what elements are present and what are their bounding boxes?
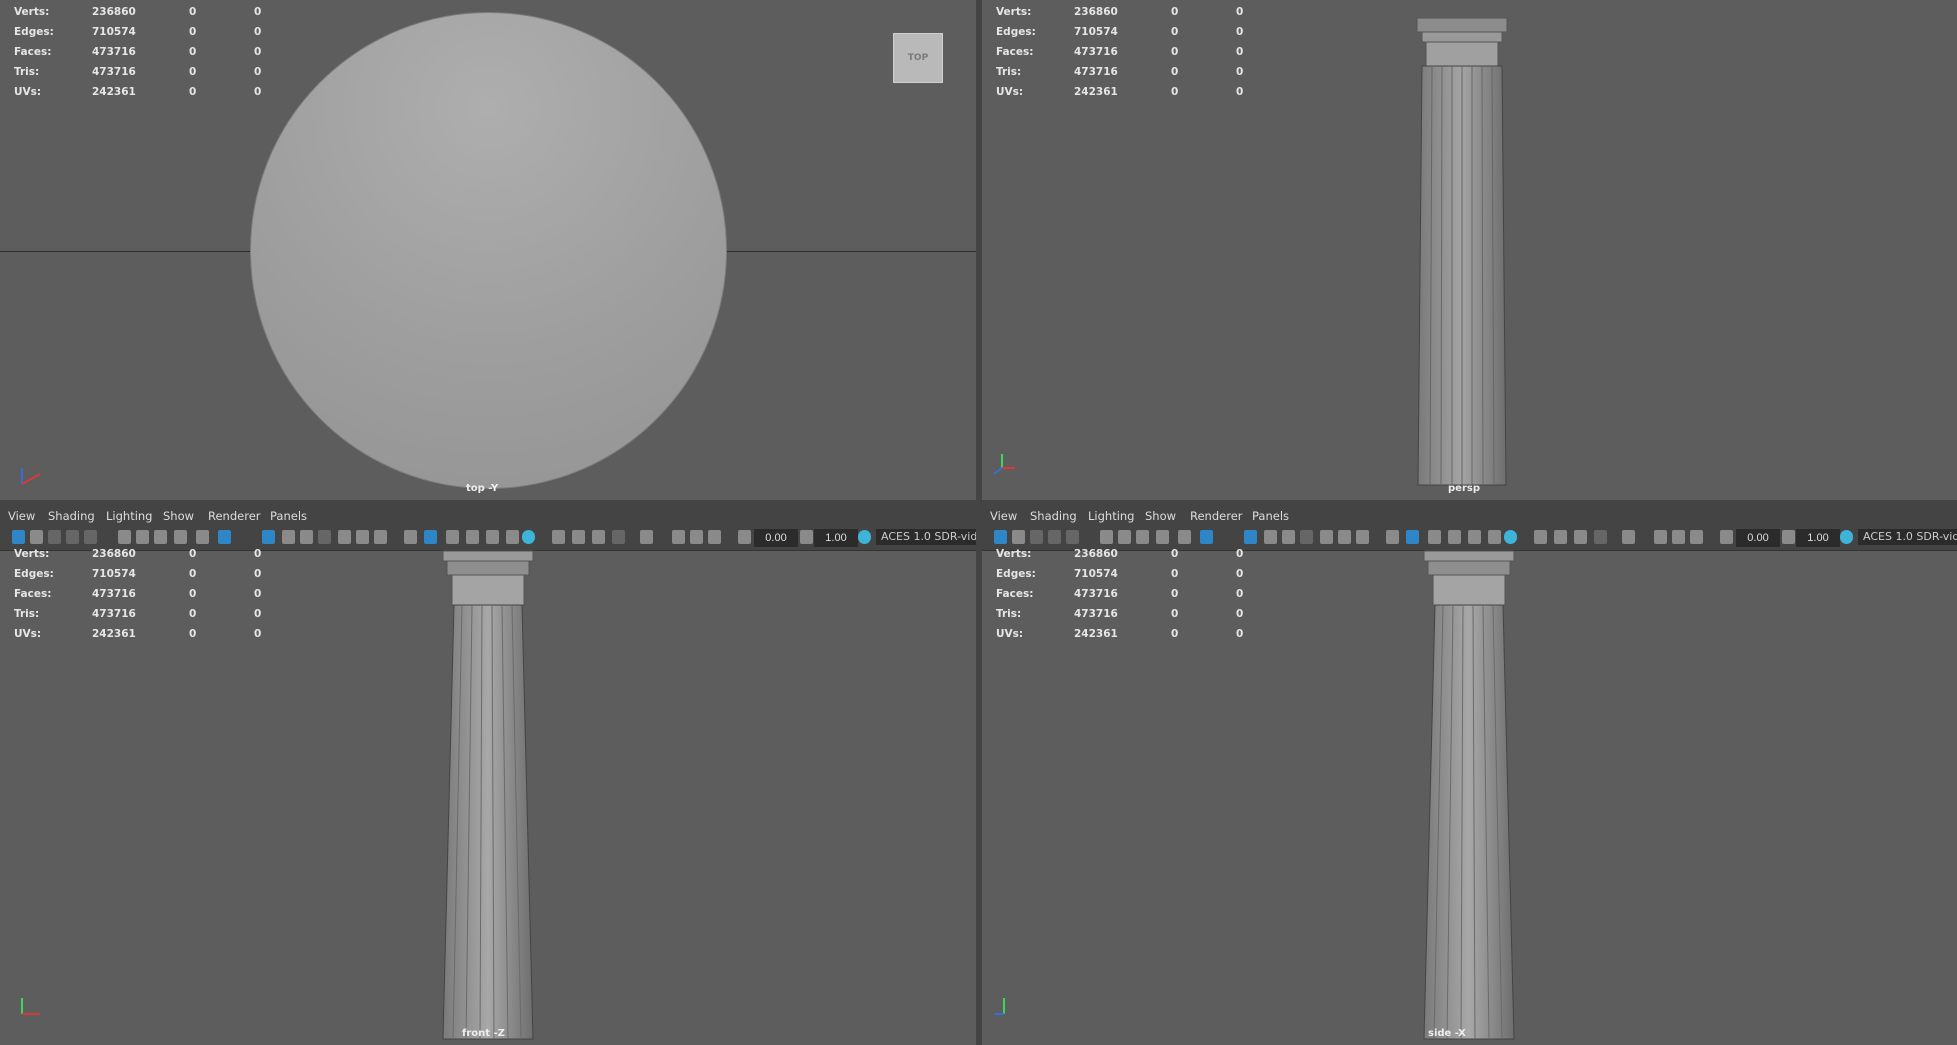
viewport-label-top: top -Y bbox=[466, 483, 499, 494]
viewport-top[interactable]: Verts: 236860 0 0 Edges: 710574 0 0 Faces: 4737… bbox=[0, 0, 976, 500]
sphere-top-view bbox=[250, 12, 727, 489]
viewport-front[interactable]: View Shading Lighting Show Renderer Pane… bbox=[0, 504, 976, 1045]
viewport-label-side: side -X bbox=[1428, 1028, 1466, 1039]
viewport-persp[interactable]: Verts: 236860 0 0 Edges: 710574 0 0 Faces: 4737… bbox=[982, 0, 1957, 500]
heads-up-poly-count: Verts: 236860 0 0 Edges: 710574 0 0 Faces: 4737… bbox=[14, 548, 262, 640]
axis-gizmo-icon bbox=[993, 454, 1015, 475]
viewport-side[interactable]: View Shading Lighting Show Renderer Pane… bbox=[982, 504, 1957, 1045]
heads-up-poly-count: Verts: 236860 0 0 Edges: 710574 0 0 Faces: 4737… bbox=[996, 6, 1244, 98]
axis-gizmo-icon bbox=[21, 468, 41, 485]
heads-up-poly-count: Verts: 236860 0 0 Edges: 710574 0 0 Faces: 4737… bbox=[14, 6, 262, 98]
axis-gizmo-icon bbox=[21, 998, 40, 1015]
heads-up-poly-count: Verts: 236860 0 0 Edges: 710574 0 0 Faces: 4737… bbox=[996, 548, 1244, 640]
viewport-label-persp: persp bbox=[1448, 483, 1480, 494]
axis-gizmo-icon bbox=[994, 998, 1005, 1015]
viewport-label-front: front -Z bbox=[462, 1028, 505, 1039]
view-cube[interactable]: TOP bbox=[893, 33, 943, 83]
